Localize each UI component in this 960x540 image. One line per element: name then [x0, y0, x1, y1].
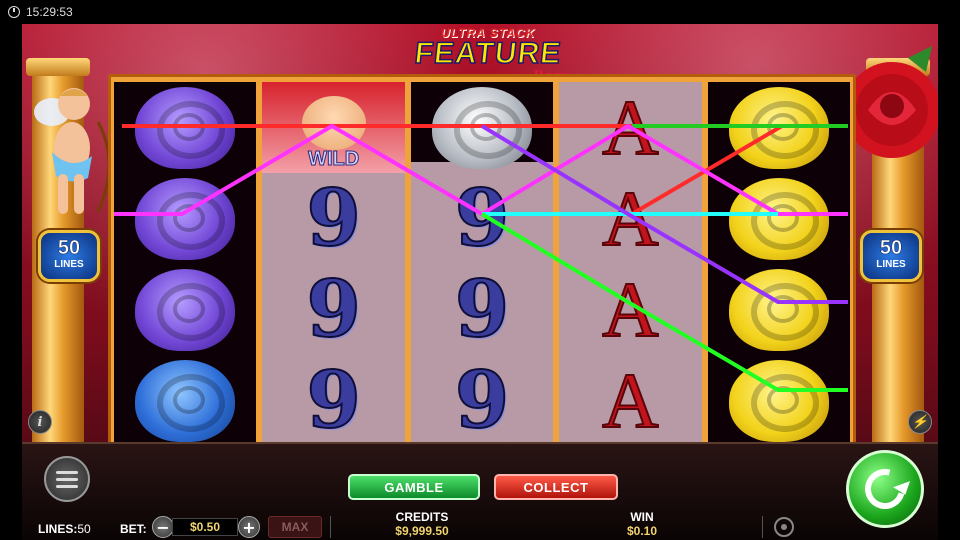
- symbol-nine: 9: [454, 263, 510, 356]
- reel-cell: [114, 355, 256, 446]
- lightning-button[interactable]: ⚡: [908, 410, 932, 434]
- reel-cell: A: [559, 355, 701, 446]
- max-bet-button[interactable]: MAX: [268, 516, 322, 538]
- menu-button[interactable]: [44, 456, 90, 502]
- bet-info-row: LINES:50 BET: − $0.50 + MAX CREDITS $9,9…: [22, 510, 938, 540]
- bet-decrease-button[interactable]: −: [152, 516, 174, 538]
- lines-badge-label: LINES: [876, 259, 906, 270]
- reel-cell: [114, 82, 256, 173]
- bet-label: BET:: [120, 522, 147, 536]
- symbol-nine: 9: [305, 263, 361, 356]
- symbol-nine: 9: [454, 172, 510, 265]
- reel-cell: A: [559, 173, 701, 264]
- reel-cell: [114, 264, 256, 355]
- reel-cell: [114, 173, 256, 264]
- purple-rose-icon: [135, 268, 236, 351]
- purple-rose-icon: [135, 86, 236, 169]
- wild-symbol: WILD: [262, 82, 405, 173]
- lines-badge-right: 50 LINES: [860, 230, 922, 282]
- reels-grid[interactable]: WILD 9 9 9 9 9 9 A A A A: [108, 74, 856, 454]
- symbol-a: A: [601, 83, 659, 172]
- reel-cell: A: [559, 82, 701, 173]
- yellow-rose-icon: [728, 86, 829, 169]
- reel-cell: [708, 264, 850, 355]
- collect-button[interactable]: COLLECT: [494, 474, 618, 500]
- credits-label: CREDITS: [395, 510, 449, 524]
- cupid-icon: [34, 88, 111, 214]
- reel-cell: 9: [262, 263, 404, 356]
- status-bar: 15:29:53: [0, 0, 960, 24]
- history-icon[interactable]: [774, 517, 794, 537]
- reel-cell: [411, 82, 553, 173]
- blue-rose-icon: [135, 359, 236, 442]
- control-panel: GAMBLE COLLECT LINES:50 BET: − $0.50 + M…: [22, 442, 938, 540]
- white-rose-icon: [432, 86, 533, 169]
- reel-cell: 9: [411, 263, 553, 356]
- info-icon: i: [37, 414, 43, 430]
- lines-value: 50: [77, 522, 91, 536]
- yellow-rose-icon: [728, 177, 829, 260]
- lines-badge-number: 50: [57, 237, 81, 260]
- lines-badge-label: LINES: [54, 259, 84, 270]
- spin-arrow-icon: [857, 461, 913, 517]
- reel-cell: [708, 173, 850, 264]
- gamble-button[interactable]: GAMBLE: [348, 474, 480, 500]
- info-button[interactable]: i: [28, 410, 52, 434]
- clock-icon: [8, 6, 20, 18]
- reel-cell: 9: [411, 354, 553, 446]
- yellow-rose-icon: [728, 359, 829, 442]
- symbol-a: A: [601, 174, 659, 263]
- status-time: 15:29:53: [26, 5, 73, 19]
- reel-5: [707, 82, 851, 446]
- lightning-icon: ⚡: [911, 414, 929, 430]
- reel-cell: [708, 355, 850, 446]
- win-display: WIN $0.10: [592, 510, 692, 538]
- logo-line2: FEATURE: [412, 36, 564, 71]
- reel-3: 9 9 9: [410, 82, 554, 446]
- bet-value: $0.50: [172, 518, 238, 536]
- lines-label: LINES:: [38, 522, 78, 536]
- reel-cell: [708, 82, 850, 173]
- symbol-nine: 9: [305, 172, 361, 265]
- reel-4: A A A A: [559, 82, 702, 446]
- lines-badge-left: 50 LINES: [38, 230, 100, 282]
- slot-game: ULTRA STACK FEATURE Rose 50 LINES 50 LIN…: [22, 24, 938, 540]
- divider: [762, 516, 763, 538]
- reel-cell: 9: [411, 172, 553, 265]
- win-label: WIN: [630, 510, 654, 524]
- reel-2: WILD 9 9 9: [262, 82, 405, 446]
- symbol-a: A: [601, 356, 659, 445]
- lines-display: LINES:50: [38, 522, 91, 536]
- credits-value: $9,999.50: [395, 524, 449, 538]
- reel-cell: 9: [262, 172, 404, 265]
- reel-cell: 9: [262, 354, 404, 446]
- wild-label: WILD: [308, 148, 360, 171]
- reel-1: [114, 82, 257, 446]
- symbol-a: A: [601, 265, 659, 354]
- lines-badge-number: 50: [879, 237, 903, 260]
- cherub-icon: [301, 95, 366, 150]
- purple-rose-icon: [135, 177, 236, 260]
- bet-increase-button[interactable]: +: [238, 516, 260, 538]
- symbol-nine: 9: [305, 354, 361, 446]
- win-value: $0.10: [626, 524, 658, 538]
- credits-display: CREDITS $9,999.50: [372, 510, 472, 538]
- yellow-rose-icon: [728, 268, 829, 351]
- divider: [330, 516, 331, 538]
- reel-cell: A: [559, 264, 701, 355]
- symbol-nine: 9: [454, 354, 510, 446]
